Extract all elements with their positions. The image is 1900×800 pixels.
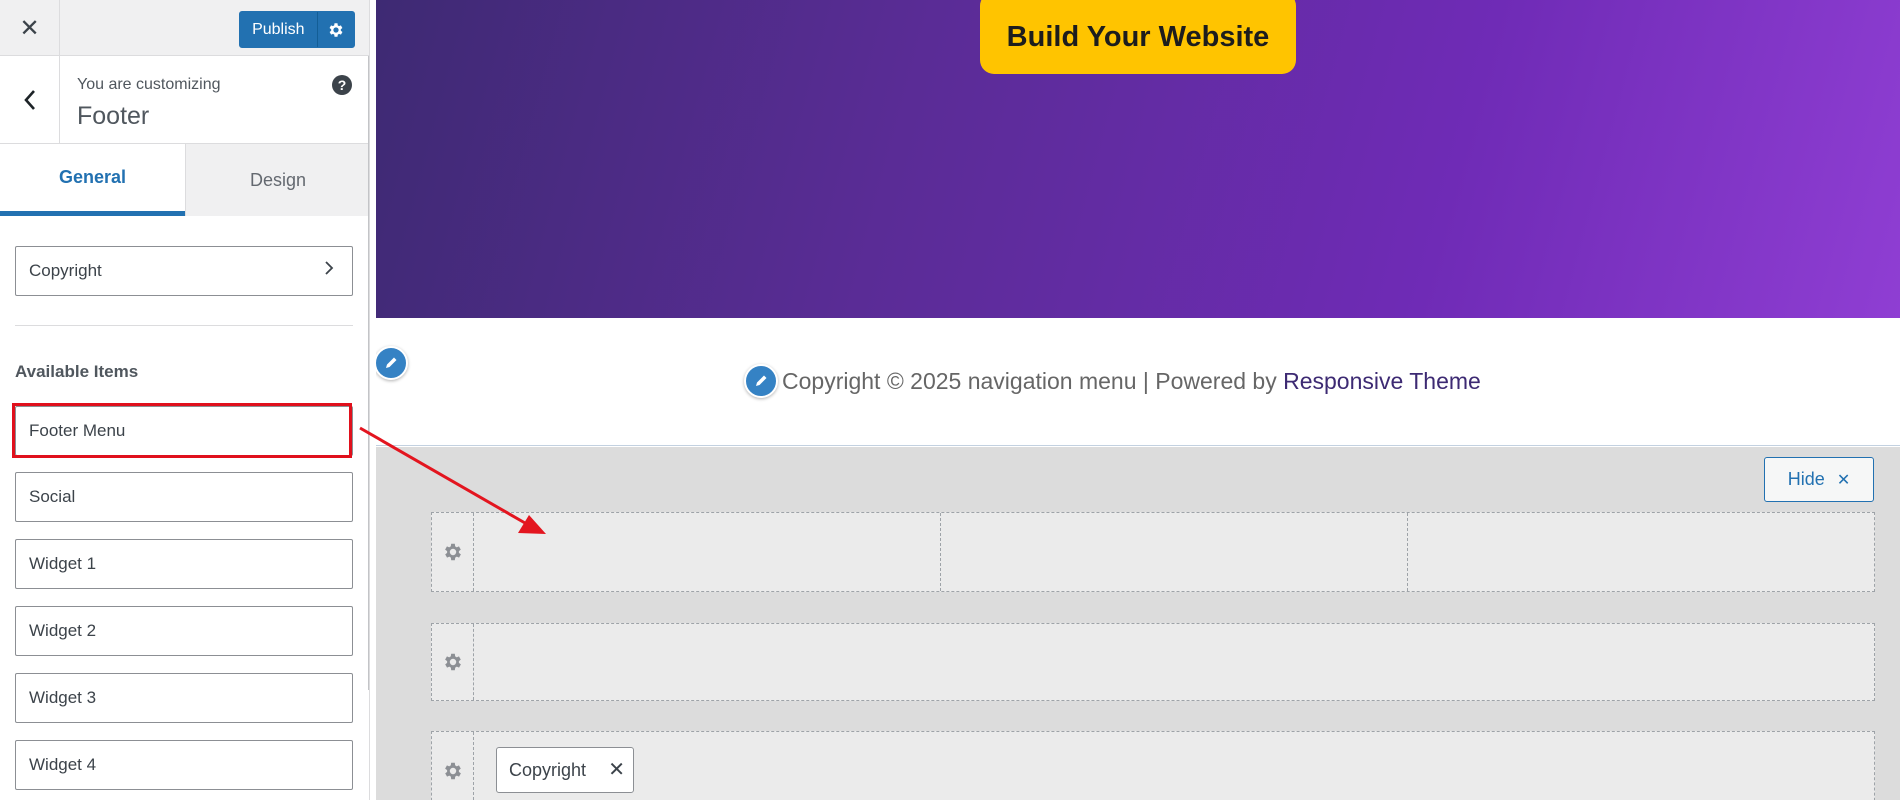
available-item-label: Social	[29, 487, 76, 506]
row-settings-gear-icon[interactable]	[432, 624, 474, 700]
available-item-widget-2[interactable]: Widget 2	[15, 606, 353, 656]
pencil-icon	[756, 375, 767, 386]
available-item-label: Widget 1	[29, 554, 97, 573]
section-title: Footer	[77, 102, 150, 130]
available-item-label: Widget 4	[29, 755, 97, 774]
edit-footer-shortcut[interactable]	[376, 346, 408, 380]
edit-copyright-shortcut[interactable]	[744, 364, 778, 398]
builder-column-divider	[940, 513, 941, 591]
publish-label: Publish	[252, 20, 305, 38]
footer-builder: Hide ✕ Copyright ✕	[376, 447, 1900, 800]
customizing-label: You are customizing	[77, 76, 221, 93]
publish-settings-gear-icon[interactable]	[316, 12, 354, 47]
available-item-widget-1[interactable]: Widget 1	[15, 539, 353, 589]
builder-row-above-footer[interactable]	[431, 512, 1875, 592]
help-icon[interactable]: ?	[332, 75, 352, 95]
copyright-text: Copyright © 2025 navigation menu | Power…	[782, 368, 1284, 394]
available-item-widget-4[interactable]: Widget 4	[15, 740, 353, 790]
copyright-chip-label: Copyright	[509, 759, 587, 780]
tab-general[interactable]: General	[0, 144, 185, 216]
general-panel: Copyright Available Items Footer Menu So…	[0, 216, 369, 800]
chevron-left-icon	[23, 90, 35, 110]
remove-chip-icon[interactable]: ✕	[608, 757, 625, 782]
panel-tabs: General Design	[0, 144, 369, 216]
available-item-social[interactable]: Social	[15, 472, 353, 522]
highlight-box	[12, 403, 352, 458]
available-item-label: Widget 2	[29, 621, 97, 640]
builder-column-divider	[1407, 513, 1408, 591]
back-button[interactable]	[0, 56, 60, 144]
builder-row-below-footer[interactable]: Copyright ✕	[431, 731, 1875, 800]
close-customizer-button[interactable]: ✕	[0, 0, 60, 56]
row-settings-gear-icon[interactable]	[432, 513, 474, 591]
row-settings-gear-icon[interactable]	[432, 732, 474, 800]
chevron-right-icon	[325, 261, 334, 275]
site-footer: Copyright © 2025 navigation menu | Power…	[376, 318, 1900, 446]
theme-link[interactable]: Responsive Theme	[1283, 368, 1481, 394]
available-item-label: Widget 3	[29, 688, 97, 707]
close-icon: ✕	[19, 14, 40, 42]
customizer-sidebar: ✕ Publish You are customizing Footer ? G…	[0, 0, 370, 800]
hero-section: Build Your Website	[376, 0, 1900, 318]
available-items-heading: Available Items	[15, 362, 139, 381]
sidebar-scrollbar[interactable]	[368, 56, 369, 690]
builder-row-main-footer[interactable]	[431, 623, 1875, 701]
pencil-icon	[386, 357, 397, 368]
copyright-control-label: Copyright	[29, 261, 102, 280]
build-website-button[interactable]: Build Your Website	[980, 0, 1296, 74]
hide-label: Hide	[1787, 469, 1825, 489]
site-preview: Build Your Website Copyright © 2025 navi…	[376, 0, 1900, 800]
available-item-widget-3[interactable]: Widget 3	[15, 673, 353, 723]
copyright-chip[interactable]: Copyright ✕	[496, 747, 634, 793]
tab-design[interactable]: Design	[185, 144, 369, 216]
copyright-control[interactable]: Copyright	[15, 246, 353, 296]
customizer-topbar: ✕ Publish	[0, 0, 369, 56]
footer-copyright-text: Copyright © 2025 navigation menu | Power…	[782, 368, 1481, 395]
hide-builder-button[interactable]: Hide ✕	[1764, 457, 1874, 502]
close-icon: ✕	[1836, 471, 1851, 489]
panel-divider	[15, 325, 353, 326]
publish-button[interactable]: Publish	[239, 11, 355, 48]
customizer-section-header: You are customizing Footer ?	[0, 56, 369, 144]
